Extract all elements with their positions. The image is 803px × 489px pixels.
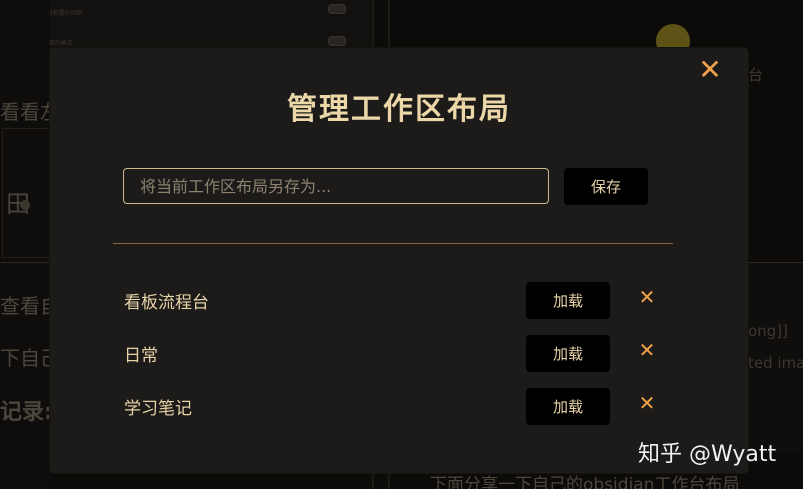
manage-workspace-layouts-modal: ✕ 管理工作区布局 保存 看板流程台 加载 ✕ 日常 加载 ✕ 学习笔记 加载 … [50,48,748,473]
layout-name: 学习笔记 [124,399,192,419]
background-text: ong]] [748,322,788,340]
background-text: 台 [748,66,764,84]
layout-row: 日常 加载 ✕ [50,335,748,373]
delete-layout-icon[interactable]: ✕ [634,390,660,416]
modal-title: 管理工作区布局 [287,92,511,127]
load-button[interactable]: 加载 [526,388,610,425]
background-text: 记录: [0,400,53,425]
delete-layout-icon[interactable]: ✕ [634,337,660,363]
background-text: ted ima [748,354,803,372]
background-toggle [328,36,346,46]
load-button[interactable]: 加载 [526,282,610,319]
background-settings-panel: Slender 直接重新配置的间距 Slender font 间距的格式 [0,0,375,49]
watermark: 知乎 @Wyatt [638,442,777,467]
background-divider [0,262,50,263]
layout-name: 看板流程台 [124,293,209,313]
layout-row: 学习笔记 加载 ✕ [50,388,748,426]
load-button[interactable]: 加载 [526,335,610,372]
layout-name-input[interactable] [123,168,549,204]
background-toggle [328,4,346,14]
divider [113,243,673,244]
delete-layout-icon[interactable]: ✕ [634,284,660,310]
save-button[interactable]: 保存 [564,168,648,205]
layout-name: 日常 [124,346,158,366]
background-dot [20,200,30,210]
close-icon[interactable]: ✕ [694,54,726,86]
layout-row: 看板流程台 加载 ✕ [50,282,748,320]
